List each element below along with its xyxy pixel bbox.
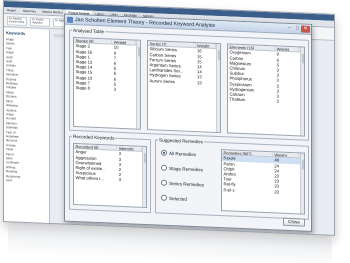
table-cell: 3	[276, 98, 279, 104]
menu-tab[interactable]: Materia Medica	[39, 9, 66, 16]
ribbon-button[interactable]: Dr. Prafull Vijayakar	[30, 17, 50, 27]
keywords-panel-title: Keywords	[6, 30, 26, 36]
menu-tab[interactable]: Repert.	[4, 7, 20, 14]
table-cell: Thallium	[229, 96, 246, 103]
application-window: Repert. Repertory Materia Medica Expert Sys…	[3, 0, 335, 236]
table-cell: 3	[113, 86, 117, 92]
stages-grid[interactable]: Stages [9] Weight Stage 2 10 Stage 16 9 Stage …	[73, 36, 141, 130]
table-cell: 13	[197, 79, 202, 85]
elements-grid[interactable]: Elements [16] Weight Oxygenium 8 Carbon 6 Magn…	[227, 43, 305, 137]
analysed-table-legend: Analysed Table	[73, 27, 105, 35]
vertical-scrollbar[interactable]	[216, 43, 220, 133]
series-grid[interactable]: Series [7] Weight Silicium Series 16 Carbon …	[147, 40, 221, 134]
table-cell: 8-sil-c	[223, 186, 235, 193]
table-cell: Stage 8	[75, 84, 90, 91]
table-cell: 23	[274, 188, 279, 195]
minimize-icon[interactable]: –	[286, 25, 293, 32]
radio-option[interactable]: Selected	[161, 194, 187, 202]
radio-button[interactable]	[161, 194, 167, 201]
vertical-scrollbar[interactable]	[136, 40, 140, 129]
recorded-keywords-legend: Recorded Keywords	[73, 133, 115, 141]
maximize-icon[interactable]: □	[294, 25, 301, 32]
table-cell: Aurum Series	[149, 77, 175, 84]
table-cell: 3	[118, 177, 122, 183]
keyword-analysis-dialog: Jan Scholten Element Theory - Recorded K…	[64, 13, 312, 232]
vertical-scrollbar[interactable]	[142, 146, 146, 207]
radio-option[interactable]: Stage Remedies	[161, 164, 203, 173]
table-cell: What others t...	[75, 175, 104, 182]
radio-option[interactable]: Series Remedies	[161, 179, 204, 188]
remedies-grid[interactable]: Remedies [907] Weight 8-pure 48 Paron 24 Chlph…	[221, 149, 305, 215]
ribbon-button[interactable]: Dr. Nandini Kulshreshtha	[7, 16, 27, 27]
dialog-title: Jan Scholten Element Theory - Recorded K…	[75, 16, 216, 29]
column-header[interactable]: Weight	[195, 43, 216, 49]
radio-label: Selected	[169, 195, 187, 202]
keywords-list: Stage Series Fear Anger Grief Guilt Anxiety Thi…	[6, 37, 47, 184]
remedy-filter-options: All Remedies Stage Remedies Series Remedie…	[155, 137, 215, 216]
radio-option[interactable]: All Remedies	[161, 149, 197, 157]
radio-label: Series Remedies	[169, 180, 204, 187]
menu-tab[interactable]: Repertory	[20, 8, 39, 15]
vertical-scrollbar[interactable]	[300, 153, 304, 214]
vertical-scrollbar[interactable]	[300, 47, 304, 136]
keywords-panel: Keywords Stage Series Fear Anger Grief Guilt A…	[4, 28, 50, 225]
radio-button[interactable]	[161, 164, 167, 171]
radio-label: All Remedies	[169, 150, 197, 157]
recorded-keywords-grid[interactable]: Recorded [6] Intensity Anger 3 Aggression 3 Ov…	[73, 142, 147, 209]
radio-button[interactable]	[161, 179, 167, 186]
close-button[interactable]: Close	[283, 217, 305, 227]
app-icon	[67, 16, 73, 23]
close-icon[interactable]: ✕	[301, 25, 310, 33]
radio-label: Stage Remedies	[169, 165, 203, 172]
keyword-item[interactable]: Kind	[6, 178, 47, 184]
radio-button[interactable]	[161, 149, 167, 156]
